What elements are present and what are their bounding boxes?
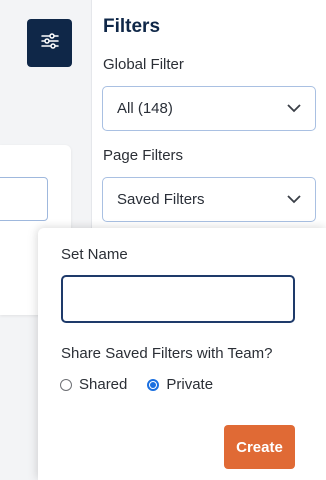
- sliders-icon: [40, 32, 59, 54]
- page-filters-label: Page Filters: [103, 147, 184, 164]
- radio-unchecked-icon[interactable]: [60, 378, 72, 391]
- create-button[interactable]: Create: [224, 425, 295, 469]
- radio-shared-label: Shared: [79, 376, 128, 393]
- set-name-label: Set Name: [61, 246, 128, 263]
- page-filters-value: Saved Filters: [117, 191, 205, 208]
- filter-toggle-button[interactable]: [27, 19, 72, 67]
- panel-title: Filters: [103, 16, 161, 37]
- share-radio-group: Shared Private: [60, 376, 233, 393]
- chevron-down-icon: [287, 100, 301, 117]
- global-filter-select[interactable]: All (148): [102, 86, 316, 131]
- global-filter-label: Global Filter: [103, 56, 184, 73]
- global-filter-value: All (148): [117, 100, 173, 117]
- save-filter-popover: Set Name Share Saved Filters with Team? …: [38, 228, 326, 480]
- page-filters-select[interactable]: Saved Filters: [102, 177, 316, 222]
- chevron-down-icon: [287, 191, 301, 208]
- radio-checked-icon[interactable]: [147, 378, 160, 391]
- radio-private-label: Private: [166, 376, 214, 393]
- set-name-input[interactable]: [61, 275, 295, 323]
- share-question-label: Share Saved Filters with Team?: [61, 345, 273, 362]
- radio-private[interactable]: Private: [147, 376, 213, 393]
- radio-shared[interactable]: Shared: [60, 376, 127, 393]
- background-input[interactable]: [0, 177, 48, 221]
